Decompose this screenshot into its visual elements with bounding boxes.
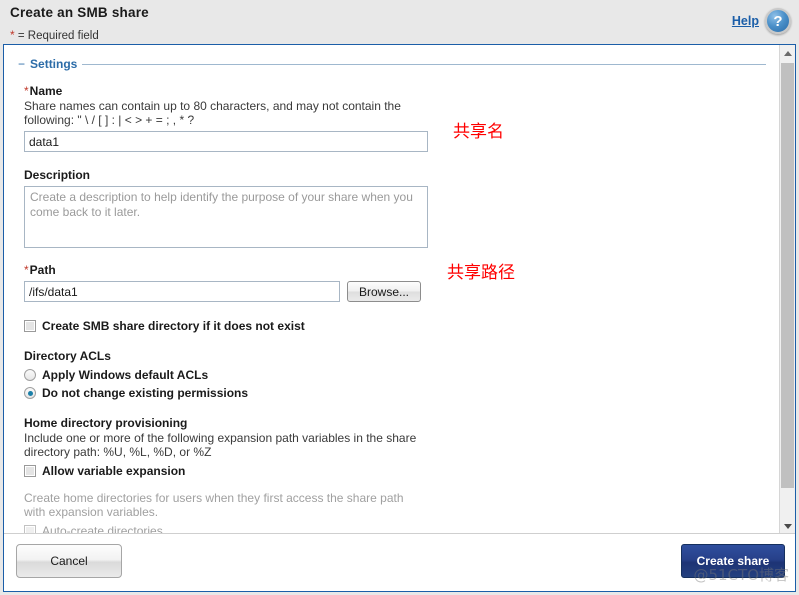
- scroll-down-button[interactable]: [780, 518, 795, 534]
- path-input-row: Browse...: [24, 281, 766, 302]
- path-label-text: Path: [29, 263, 56, 277]
- name-required-asterisk: *: [24, 84, 29, 98]
- create-share-directory-checkbox[interactable]: [24, 320, 36, 332]
- cancel-button[interactable]: Cancel: [16, 544, 122, 578]
- home-directory-heading: Home directory provisioning: [24, 416, 188, 430]
- create-share-directory-row[interactable]: Create SMB share directory if it does no…: [18, 319, 766, 333]
- directory-acls-heading: Directory ACLs: [24, 349, 111, 363]
- name-description: Share names can contain up to 80 charact…: [24, 99, 401, 127]
- scrollbar-thumb[interactable]: [781, 63, 794, 488]
- dialog-header: Create an SMB share * = Required field H…: [0, 0, 799, 44]
- settings-legend-label: Settings: [30, 57, 78, 71]
- settings-legend: − Settings: [18, 57, 766, 71]
- directory-acls-block: Directory ACLs Apply Windows default ACL…: [18, 349, 766, 400]
- help-area: Help ?: [732, 8, 791, 34]
- help-link[interactable]: Help: [732, 14, 759, 28]
- path-input[interactable]: [24, 281, 340, 302]
- collapse-minus-icon[interactable]: −: [18, 58, 25, 70]
- path-label: *Path: [24, 263, 766, 277]
- chevron-up-icon: [783, 50, 792, 56]
- dialog-footer: Cancel Create share @51CTO博客: [4, 533, 795, 591]
- description-field-block: Description: [18, 168, 766, 248]
- name-label-text: Name: [29, 84, 63, 98]
- apply-windows-acls-radio[interactable]: [24, 369, 36, 381]
- name-input[interactable]: [24, 131, 428, 152]
- do-not-change-permissions-radio[interactable]: [24, 387, 36, 399]
- scroll-up-button[interactable]: [780, 45, 795, 61]
- name-field-block: *Name Share names can contain up to 80 c…: [18, 84, 766, 152]
- allow-variable-expansion-label[interactable]: Allow variable expansion: [42, 464, 185, 478]
- question-mark-circle-icon[interactable]: ?: [765, 8, 791, 34]
- settings-scrollbar[interactable]: [779, 45, 795, 534]
- home-directory-description: Include one or more of the following exp…: [24, 431, 417, 459]
- dialog-body: − Settings *Name Share names can contain…: [3, 44, 796, 592]
- required-field-note: * = Required field: [10, 28, 99, 42]
- page-title: Create an SMB share: [10, 5, 149, 20]
- settings-fieldset: − Settings *Name Share names can contain…: [18, 57, 766, 534]
- path-field-block: *Path Browse...: [18, 263, 766, 302]
- annotation-share-path: 共享路径: [447, 263, 515, 283]
- create-share-directory-label[interactable]: Create SMB share directory if it does no…: [42, 319, 305, 333]
- home-directory-block: Home directory provisioning Include one …: [18, 416, 766, 534]
- description-textarea[interactable]: [24, 186, 428, 248]
- description-label: Description: [24, 168, 91, 182]
- required-note-text: = Required field: [17, 30, 99, 42]
- do-not-change-permissions-label[interactable]: Do not change existing permissions: [42, 386, 248, 400]
- allow-variable-expansion-checkbox[interactable]: [24, 465, 36, 477]
- apply-windows-acls-label[interactable]: Apply Windows default ACLs: [42, 368, 208, 382]
- settings-scroll-area: − Settings *Name Share names can contain…: [4, 45, 780, 534]
- legend-divider: [82, 63, 766, 65]
- required-asterisk: *: [10, 28, 15, 42]
- allow-variable-expansion-row[interactable]: Allow variable expansion: [24, 464, 766, 478]
- radio-row-do-not-change-permissions[interactable]: Do not change existing permissions: [24, 386, 766, 400]
- name-label: *Name: [24, 84, 766, 98]
- auto-create-note: Create home directories for users when t…: [24, 491, 404, 519]
- browse-button[interactable]: Browse...: [347, 281, 422, 302]
- create-share-button[interactable]: Create share: [681, 544, 785, 578]
- annotation-share-name: 共享名: [453, 122, 504, 142]
- chevron-down-icon: [783, 523, 792, 529]
- path-required-asterisk: *: [24, 263, 29, 277]
- radio-row-apply-windows-acls[interactable]: Apply Windows default ACLs: [24, 368, 766, 382]
